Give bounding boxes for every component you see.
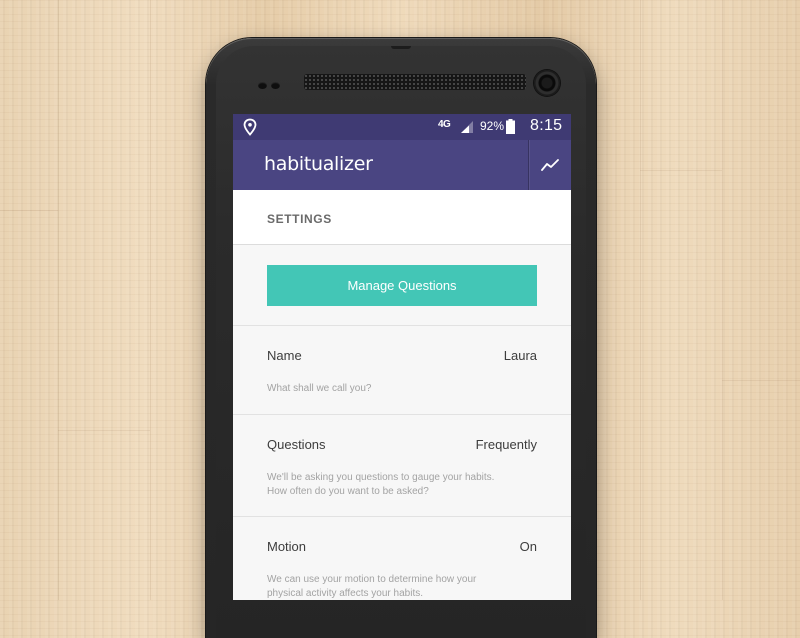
setting-label: Questions [267, 437, 326, 452]
setting-row-motion[interactable]: Motion On We can use your motion to dete… [233, 517, 571, 600]
app-title: habitualizer [264, 153, 373, 175]
setting-value[interactable]: Frequently [476, 437, 537, 452]
settings-header: SETTINGS [233, 190, 571, 245]
network-type: 4G [438, 119, 451, 130]
manage-section: Manage Questions [233, 245, 571, 326]
front-camera [534, 70, 560, 96]
speaker-grille [304, 74, 526, 90]
setting-label: Name [267, 348, 302, 363]
manage-questions-button[interactable]: Manage Questions [267, 265, 537, 306]
setting-label: Motion [267, 539, 307, 554]
signal-icon [461, 121, 473, 133]
setting-row-name[interactable]: Name Laura What shall we call you? [233, 326, 571, 415]
setting-value[interactable]: Laura [504, 348, 537, 363]
light-sensor [271, 82, 280, 89]
page-title: SETTINGS [267, 212, 332, 226]
status-bar: 4G 92% 8:15 [233, 114, 571, 140]
location-pin-icon [243, 118, 257, 136]
setting-description: What shall we call you? [267, 383, 372, 394]
top-notch [391, 46, 411, 49]
setting-description: We'll be asking you questions to gauge y… [267, 472, 495, 497]
proximity-sensor [258, 82, 267, 89]
phone-screen: 4G 92% 8:15 habitualizer SETTINGS Manage… [233, 114, 571, 600]
clock: 8:15 [530, 117, 563, 134]
app-bar: habitualizer [233, 140, 571, 190]
battery-icon [506, 119, 515, 134]
setting-value[interactable]: On [520, 539, 537, 554]
trend-chart-icon [541, 159, 559, 171]
battery-percent: 92% [480, 119, 505, 133]
stats-button[interactable] [529, 140, 571, 190]
setting-row-questions[interactable]: Questions Frequently We'll be asking you… [233, 415, 571, 517]
setting-description: We can use your motion to determine how … [267, 574, 477, 599]
